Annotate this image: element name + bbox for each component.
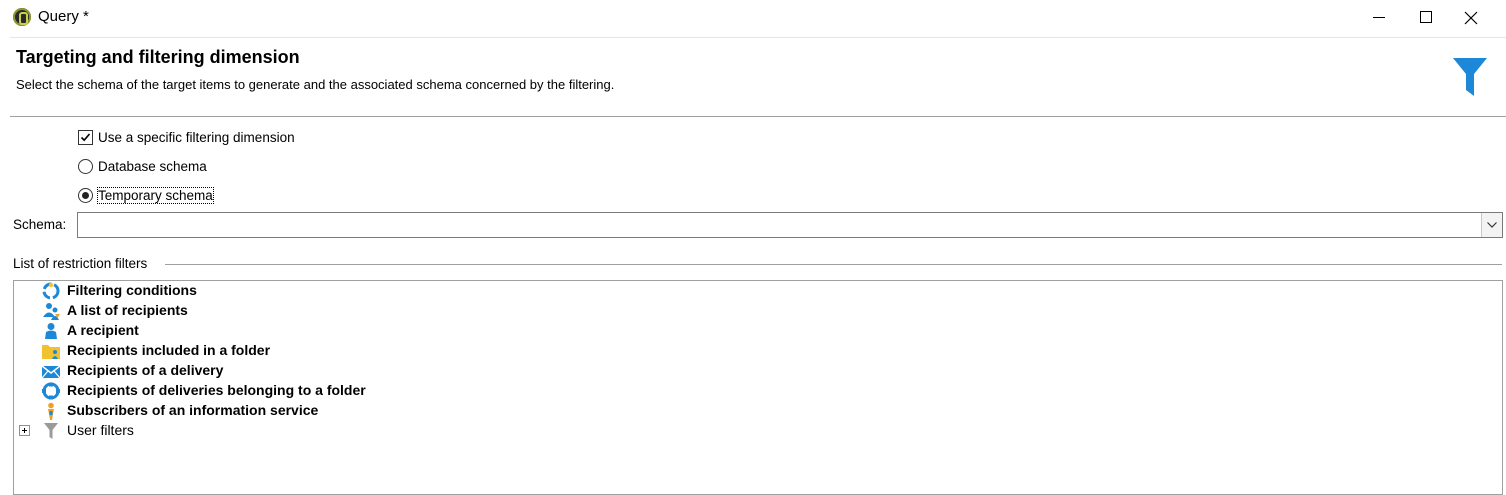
delivery-envelope-icon	[41, 365, 61, 379]
header-divider	[10, 116, 1506, 117]
minimize-button[interactable]	[1356, 0, 1402, 36]
checkmark-icon	[80, 133, 91, 142]
database-schema-label[interactable]: Database schema	[98, 159, 207, 174]
window-title: Query *	[38, 8, 89, 25]
user-filters-funnel-icon	[44, 423, 58, 439]
schema-label: Schema:	[13, 217, 67, 232]
page-description: Select the schema of the target items to…	[16, 77, 615, 92]
recipient-icon	[45, 323, 57, 339]
group-divider	[165, 264, 1502, 265]
use-specific-filtering-label[interactable]: Use a specific filtering dimension	[98, 130, 295, 145]
tree-item-label: A recipient	[67, 322, 139, 338]
tree-item-label: Subscribers of an information service	[67, 402, 319, 418]
temporary-schema-label[interactable]: Temporary schema	[97, 187, 214, 204]
funnel-icon	[1453, 58, 1487, 96]
user-filters-expand-toggle[interactable]	[19, 425, 30, 436]
page-title: Targeting and filtering dimension	[16, 47, 300, 67]
tree-item-label: Recipients of deliveries belonging to a …	[67, 382, 366, 398]
window-titlebar: Query *	[0, 0, 1506, 36]
app-logo-icon	[13, 8, 31, 26]
maximize-button[interactable]	[1402, 0, 1448, 36]
restriction-filters-tree[interactable]: Filtering conditions A list of recipient…	[13, 280, 1503, 495]
temporary-schema-radio[interactable]	[78, 188, 93, 203]
tree-item-label: Recipients of a delivery	[67, 362, 224, 378]
delivery-folder-icon	[42, 382, 60, 400]
close-button[interactable]	[1448, 0, 1494, 36]
schema-dropdown-button[interactable]	[1481, 213, 1502, 237]
database-schema-radio[interactable]	[78, 159, 93, 174]
chevron-down-icon	[1487, 222, 1497, 228]
tree-item-label: Filtering conditions	[67, 282, 197, 298]
tree-item-label: A list of recipients	[67, 302, 188, 318]
folder-recipients-icon	[42, 345, 60, 359]
tree-item-label: User filters	[67, 422, 134, 438]
schema-dropdown[interactable]	[77, 212, 1503, 238]
subscriber-icon	[48, 402, 54, 420]
restriction-filters-label: List of restriction filters	[13, 256, 150, 271]
use-specific-filtering-checkbox[interactable]	[78, 130, 93, 145]
tree-item-label: Recipients included in a folder	[67, 342, 271, 358]
close-icon	[1464, 11, 1478, 25]
filtering-conditions-icon	[42, 282, 60, 300]
wizard-header: Targeting and filtering dimension Select…	[10, 38, 1506, 116]
recipient-list-icon	[43, 303, 60, 320]
